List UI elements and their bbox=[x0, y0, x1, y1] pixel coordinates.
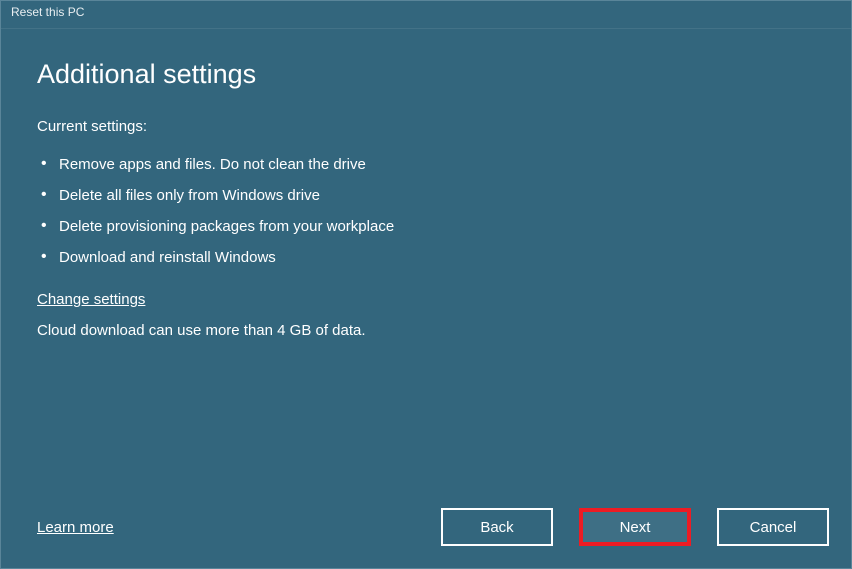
list-item: Delete all files only from Windows drive bbox=[41, 180, 815, 211]
page-heading: Additional settings bbox=[37, 59, 815, 90]
learn-more-link[interactable]: Learn more bbox=[37, 519, 114, 536]
next-button[interactable]: Next bbox=[579, 508, 691, 546]
settings-list: Remove apps and files. Do not clean the … bbox=[37, 149, 815, 273]
list-item: Delete provisioning packages from your w… bbox=[41, 211, 815, 242]
button-row: Back Next Cancel bbox=[441, 508, 829, 546]
list-item: Remove apps and files. Do not clean the … bbox=[41, 149, 815, 180]
reset-pc-window: Reset this PC Additional settings Curren… bbox=[0, 0, 852, 569]
cancel-button[interactable]: Cancel bbox=[717, 508, 829, 546]
cloud-download-note: Cloud download can use more than 4 GB of… bbox=[37, 322, 815, 339]
window-title: Reset this PC bbox=[11, 5, 84, 19]
window-titlebar: Reset this PC bbox=[1, 1, 851, 29]
content-area: Additional settings Current settings: Re… bbox=[1, 29, 851, 359]
list-item: Download and reinstall Windows bbox=[41, 242, 815, 273]
change-settings-link[interactable]: Change settings bbox=[37, 291, 145, 308]
current-settings-label: Current settings: bbox=[37, 118, 815, 135]
footer: Learn more Back Next Cancel bbox=[37, 508, 829, 546]
back-button[interactable]: Back bbox=[441, 508, 553, 546]
